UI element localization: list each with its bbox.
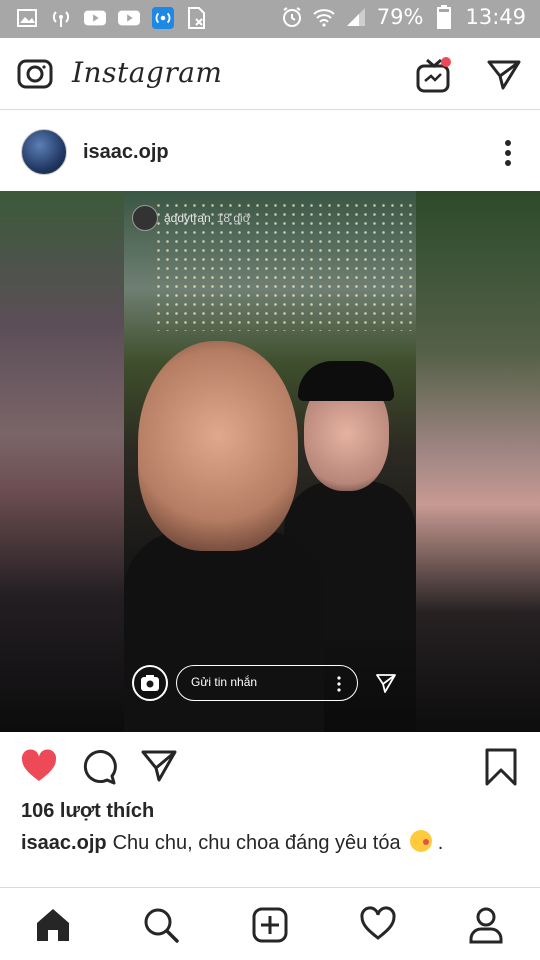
signal-icon	[345, 6, 367, 28]
bookmark-icon[interactable]	[484, 748, 522, 786]
hotspot-icon	[50, 7, 72, 29]
wifi-hotspot-app-icon	[152, 7, 174, 29]
story-user: addytran 18 giờ	[132, 205, 251, 231]
alarm-icon	[281, 6, 303, 28]
status-bar: 79% 13:49	[0, 0, 540, 38]
story-message-field: Gửi tin nhắn	[176, 665, 358, 701]
igtv-icon[interactable]	[415, 56, 451, 93]
activity-heart-icon[interactable]	[359, 906, 397, 944]
caption-suffix: .	[432, 832, 444, 854]
blurred-background-left	[0, 191, 124, 732]
clock: 13:49	[465, 5, 526, 29]
comment-icon[interactable]	[81, 748, 119, 786]
blurred-background-right	[416, 191, 540, 732]
post-image[interactable]: addytran 18 giờ Gửi tin nhắn	[0, 191, 540, 732]
story-send-icon	[375, 672, 397, 694]
youtube-icon	[84, 7, 106, 29]
instagram-logo: Instagram	[72, 56, 223, 89]
story-more-icon	[337, 676, 341, 692]
avatar[interactable]	[21, 129, 67, 175]
cap	[298, 361, 394, 401]
bottom-nav	[0, 887, 540, 960]
home-icon[interactable]	[34, 906, 72, 944]
gallery-icon	[16, 7, 38, 29]
battery-percent: 79%	[376, 5, 424, 29]
post-username[interactable]: isaac.ojp	[83, 141, 169, 164]
story-avatar	[132, 205, 158, 231]
app-header: Instagram	[0, 38, 540, 110]
battery-icon	[433, 5, 455, 29]
wifi-icon	[313, 6, 335, 28]
like-heart-icon[interactable]	[20, 748, 58, 786]
person-left-face	[138, 341, 298, 551]
more-options-icon[interactable]	[504, 139, 512, 167]
youtube-icon	[118, 7, 140, 29]
profile-icon[interactable]	[467, 906, 505, 944]
post-header: isaac.ojp	[0, 111, 540, 191]
story-username: addytran	[164, 211, 211, 225]
story-message-placeholder: Gửi tin nhắn	[191, 675, 258, 689]
post-actions	[0, 732, 540, 802]
story-camera-icon	[132, 665, 168, 701]
person-left-body	[124, 531, 324, 732]
story-time: 18 giờ	[216, 211, 251, 225]
search-icon[interactable]	[142, 906, 180, 944]
post-caption: isaac.ojp Chu chu, chu choa đáng yêu tóa …	[21, 830, 443, 855]
notification-dot	[441, 57, 451, 67]
document-x-icon	[186, 7, 208, 29]
caption-text: Chu chu, chu choa đáng yêu tóa	[112, 832, 401, 854]
camera-icon[interactable]	[17, 56, 53, 92]
direct-message-icon[interactable]	[486, 56, 522, 92]
caption-username[interactable]: isaac.ojp	[21, 832, 107, 854]
kiss-emoji-icon	[410, 830, 433, 852]
share-icon[interactable]	[140, 748, 178, 786]
story-screenshot: addytran 18 giờ Gửi tin nhắn	[124, 191, 416, 732]
add-post-icon[interactable]	[251, 906, 289, 944]
likes-count[interactable]: 106 lượt thích	[21, 800, 154, 823]
